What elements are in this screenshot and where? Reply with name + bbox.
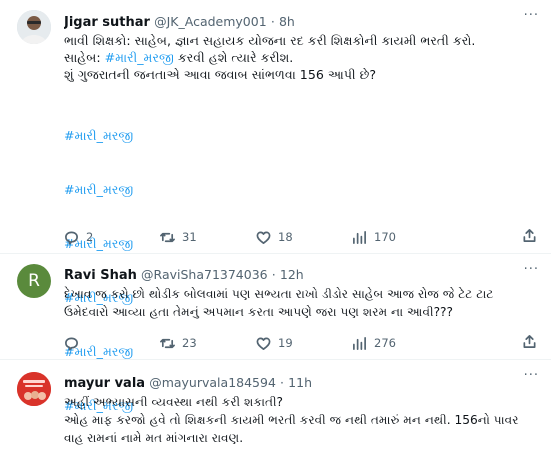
timestamp[interactable]: 11h — [288, 375, 312, 390]
tweet-header: Jigar suthar @JK_Academy001 · 8h — [64, 13, 537, 31]
more-options-icon[interactable]: ··· — [524, 368, 539, 383]
separator-dot: · — [271, 267, 276, 282]
timestamp[interactable]: 8h — [279, 14, 295, 29]
tweet-text: અહીં અભ્યાસની વ્યવસ્થા નથી કરી શકાતી? ઓહ… — [64, 395, 519, 445]
view-count: 276 — [374, 336, 396, 350]
reply-icon — [65, 231, 78, 244]
retweet-button[interactable]: 31 — [160, 230, 256, 245]
tweet-jigar[interactable]: Jigar suthar @JK_Academy001 · 8h ભાવી શિ… — [0, 0, 551, 413]
separator-dot: · — [270, 14, 275, 29]
hashtag-link[interactable]: #મારી_મરજી — [105, 50, 174, 65]
analytics-icon — [353, 336, 366, 350]
separator-dot: · — [280, 375, 285, 390]
avatar[interactable] — [17, 372, 51, 406]
tweet-line-suffix: કરવી હશે ત્યારે કરીશ. — [173, 50, 294, 65]
retweet-icon — [160, 338, 175, 348]
tweet-text: ભાવી શિક્ષકો: સાહેબ, જ્ઞાન સહાયક યોજના ર… — [64, 32, 537, 83]
tweet-line-prefix: સાહેબ: — [64, 50, 105, 65]
heart-icon — [256, 337, 271, 350]
views-button[interactable]: 276 — [352, 336, 448, 351]
avatar[interactable] — [17, 10, 51, 44]
like-count: 18 — [278, 230, 293, 244]
tweet-actions: 2 31 18 170 — [64, 228, 537, 246]
author-handle[interactable]: @JK_Academy001 — [154, 14, 267, 29]
hashtag-link[interactable]: #મારી_મરજી — [64, 127, 537, 145]
profile-photo-icon — [17, 372, 51, 406]
author-name[interactable]: Ravi Shah — [64, 268, 137, 283]
analytics-icon — [353, 230, 366, 244]
share-icon — [523, 335, 536, 348]
retweet-icon — [160, 232, 175, 242]
reply-button[interactable]: 2 — [64, 230, 160, 245]
tweet-line: શું ગુજરાતની જનતાએ આવા જવાબ સાંભળવા 156 … — [64, 67, 377, 82]
share-button[interactable] — [522, 334, 537, 352]
reply-icon — [65, 337, 78, 350]
author-handle[interactable]: @mayurvala184594 — [149, 375, 276, 390]
retweet-button[interactable]: 23 — [160, 336, 256, 351]
avatar-letter: R — [28, 271, 40, 291]
heart-icon — [256, 231, 271, 244]
author-name[interactable]: Jigar suthar — [64, 15, 150, 30]
profile-photo-icon — [17, 10, 51, 44]
author-handle[interactable]: @RaviSha71374036 — [141, 267, 268, 282]
tweet-mayur[interactable]: mayur vala @mayurvala184594 · 11h અહીં અ… — [0, 360, 551, 453]
view-count: 170 — [374, 230, 396, 244]
more-options-icon[interactable]: ··· — [524, 262, 539, 277]
tweet-text: દેખાવ જ કરો છો થોડીક બોલવામાં પણ સભ્યતા … — [64, 287, 498, 319]
views-button[interactable]: 170 — [352, 230, 448, 245]
avatar[interactable]: R — [17, 264, 51, 298]
retweet-count: 23 — [182, 336, 197, 350]
more-options-icon[interactable]: ··· — [524, 8, 539, 23]
hashtag-link[interactable]: #મારી_મરજી — [64, 181, 537, 199]
retweet-count: 31 — [182, 230, 197, 244]
tweet-actions: 23 19 276 — [64, 334, 537, 352]
tweet-line: ભાવી શિક્ષકો: સાહેબ, જ્ઞાન સહાયક યોજના ર… — [64, 33, 476, 48]
share-icon — [523, 229, 536, 242]
share-button[interactable] — [522, 228, 537, 246]
like-count: 19 — [278, 336, 293, 350]
like-button[interactable]: 19 — [256, 336, 352, 351]
like-button[interactable]: 18 — [256, 230, 352, 245]
timestamp[interactable]: 12h — [280, 267, 304, 282]
tweet-header: Ravi Shah @RaviSha71374036 · 12h — [64, 266, 537, 284]
reply-button[interactable] — [64, 336, 160, 351]
author-name[interactable]: mayur vala — [64, 376, 145, 391]
reply-count: 2 — [86, 230, 94, 244]
tweet-ravi[interactable]: R Ravi Shah @RaviSha71374036 · 12h દેખાવ… — [0, 254, 551, 360]
tweet-header: mayur vala @mayurvala184594 · 11h — [64, 374, 537, 392]
